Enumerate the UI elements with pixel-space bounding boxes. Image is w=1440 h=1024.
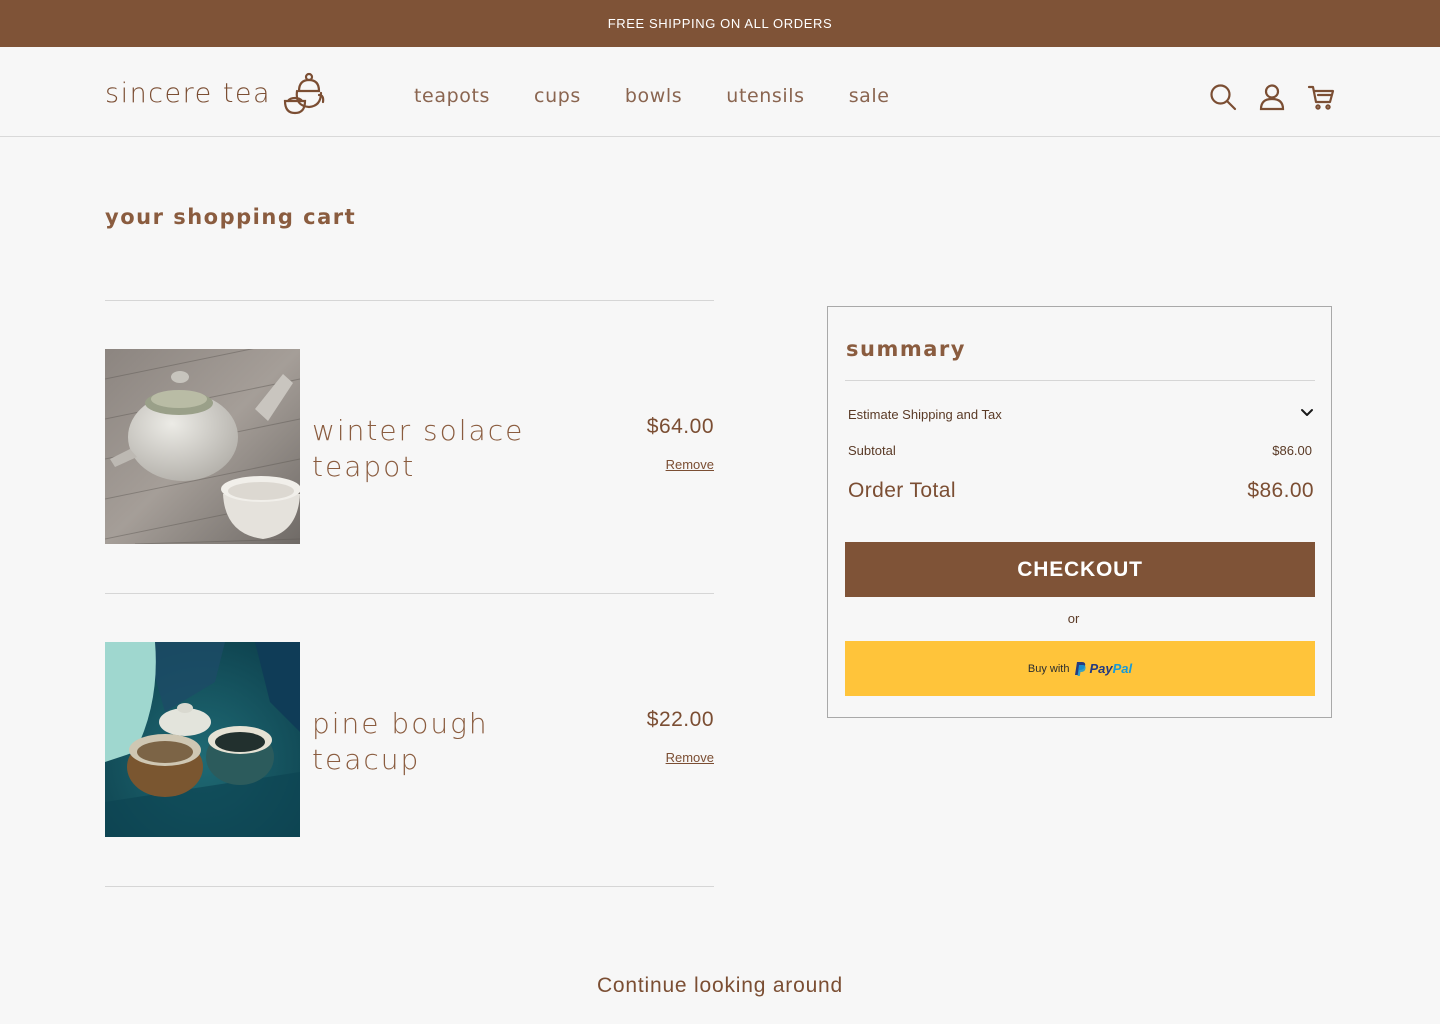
order-total-label: Order Total: [848, 479, 956, 502]
nav-bowls[interactable]: bowls: [625, 85, 682, 107]
announcement-bar: FREE SHIPPING ON ALL ORDERS: [0, 0, 1440, 47]
main-nav: teapots cups bowls utensils sale: [414, 85, 934, 107]
subtotal-value: $86.00: [1272, 443, 1312, 458]
estimate-shipping-toggle[interactable]: Estimate Shipping and Tax: [848, 407, 1314, 422]
product-image-teacup[interactable]: [105, 642, 300, 837]
subtotal-row: Subtotal $86.00: [848, 443, 1312, 458]
product-price: $64.00: [646, 415, 714, 438]
nav-utensils[interactable]: utensils: [726, 85, 804, 107]
brand-logo[interactable]: sincere tea: [105, 70, 325, 116]
order-total-row: Order Total $86.00: [848, 479, 1314, 503]
estimate-shipping-label: Estimate Shipping and Tax: [848, 407, 1002, 422]
product-name[interactable]: winter solace teapot: [312, 413, 572, 485]
summary-title: summary: [846, 337, 966, 361]
page-title: your shopping cart: [105, 205, 357, 229]
cart-item: winter solace teapot $64.00 Remove: [105, 301, 714, 593]
paypal-prefix: Buy with: [1027, 662, 1070, 675]
divider: [845, 380, 1315, 381]
cart-item: pine bough teacup $22.00 Remove: [105, 594, 714, 886]
checkout-button[interactable]: CHECKOUT: [845, 542, 1315, 597]
continue-shopping-link[interactable]: Continue looking around: [0, 974, 1440, 998]
divider: [105, 886, 714, 887]
order-total-value: $86.00: [1247, 479, 1314, 502]
search-icon[interactable]: [1209, 83, 1237, 111]
site-header: sincere tea teapots cups bowls utensils …: [0, 47, 1440, 137]
product-image-teapot[interactable]: [105, 349, 300, 544]
subtotal-label: Subtotal: [848, 443, 896, 458]
product-price: $22.00: [646, 708, 714, 731]
teapot-logo-icon: [283, 72, 325, 115]
announcement-text: FREE SHIPPING ON ALL ORDERS: [607, 16, 833, 31]
order-summary: summary Estimate Shipping and Tax Subtot…: [827, 306, 1332, 718]
nav-teapots[interactable]: teapots: [414, 85, 490, 107]
paypal-icon: [1075, 661, 1087, 676]
brand-name: sincere tea: [105, 77, 272, 109]
paypal-brand-pay: Pay: [1089, 661, 1113, 676]
remove-button[interactable]: Remove: [666, 750, 714, 765]
or-separator: or: [1067, 611, 1080, 626]
nav-sale[interactable]: sale: [849, 85, 890, 107]
cart-icon[interactable]: [1307, 83, 1335, 111]
cart-list: winter solace teapot $64.00 Remove pine …: [105, 300, 714, 887]
nav-cups[interactable]: cups: [534, 85, 581, 107]
chevron-down-icon: [1301, 408, 1313, 416]
product-name[interactable]: pine bough teacup: [312, 706, 572, 778]
remove-button[interactable]: Remove: [666, 457, 714, 472]
paypal-button[interactable]: Buy with PayPal: [845, 641, 1315, 696]
header-actions: [1209, 83, 1335, 111]
paypal-brand-pal: Pal: [1112, 661, 1133, 676]
paypal-logo: PayPal: [1075, 661, 1132, 676]
account-icon[interactable]: [1258, 83, 1286, 111]
